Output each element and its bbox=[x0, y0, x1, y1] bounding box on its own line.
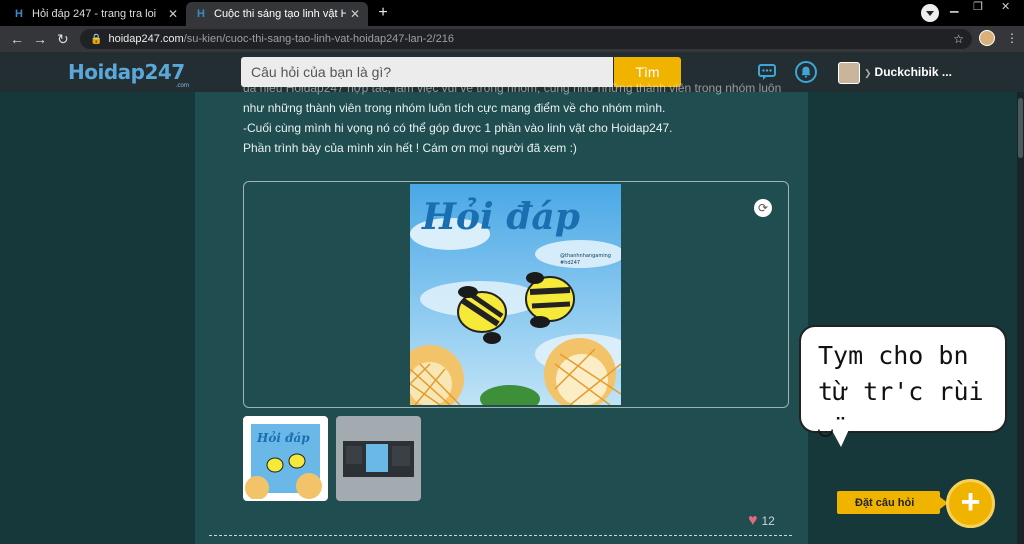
media-control-icon[interactable] bbox=[921, 4, 939, 22]
like-count: 12 bbox=[761, 514, 775, 528]
post-text-line: Phần trình bày của mình xin hết ! Cám ơn… bbox=[243, 141, 577, 155]
browser-menu-icon[interactable]: ⋮ bbox=[1006, 31, 1018, 45]
browser-tab-2[interactable]: H Cuộc thi sáng tạo linh vật Hoidap ✕ bbox=[186, 2, 368, 26]
user-avatar[interactable] bbox=[838, 62, 860, 84]
browser-tabbar: H Hỏi đáp 247 - trang tra loi ✕ H Cuộc t… bbox=[0, 0, 1024, 26]
restore-icon[interactable]: ❐ bbox=[973, 0, 983, 14]
rotate-image-icon[interactable]: ⟳ bbox=[754, 199, 772, 217]
right-gutter bbox=[808, 92, 1024, 544]
tab-title: Cuộc thi sáng tạo linh vật Hoidap bbox=[214, 8, 346, 20]
reload-icon[interactable]: ↻ bbox=[57, 31, 69, 48]
image-thumbnail-2[interactable] bbox=[336, 416, 421, 501]
address-bar-row: ← → ↻ 🔒 hoidap247.com/su-kien/cuoc-thi-s… bbox=[0, 26, 1024, 52]
add-question-plus-button[interactable]: + bbox=[946, 479, 995, 528]
close-window-icon[interactable]: ✕ bbox=[1001, 0, 1010, 14]
scrollbar-thumb[interactable] bbox=[1018, 98, 1023, 158]
forward-icon[interactable]: → bbox=[33, 31, 47, 47]
image-title: Hỏi đáp bbox=[421, 196, 580, 238]
left-gutter bbox=[0, 92, 195, 544]
thumbnail-title: Hỏi đáp bbox=[256, 430, 310, 445]
notification-bell-icon[interactable] bbox=[795, 61, 817, 83]
heart-icon[interactable]: ♥ bbox=[748, 512, 758, 530]
thumbnail-image bbox=[343, 441, 414, 477]
close-tab-icon[interactable]: ✕ bbox=[168, 7, 178, 21]
logo-domain: .com bbox=[176, 82, 189, 89]
speech-bubble-text: Tym cho bn từ tr'c rùi ◡̈ bbox=[818, 341, 984, 442]
hoidap-favicon: H bbox=[15, 8, 23, 20]
back-icon[interactable]: ← bbox=[10, 31, 24, 47]
close-tab-icon[interactable]: ✕ bbox=[350, 7, 360, 21]
page-scrollbar[interactable] bbox=[1017, 92, 1024, 544]
post-text-line: -Cuối cùng mình hi vọng nó có thể góp đư… bbox=[243, 121, 673, 135]
lock-icon: 🔒 bbox=[90, 33, 103, 45]
logo-text: Hoidap247 bbox=[68, 60, 185, 84]
user-menu[interactable]: ❯ Duckchibik ... bbox=[864, 65, 952, 79]
browser-profile-avatar[interactable] bbox=[979, 30, 995, 46]
new-tab-icon[interactable]: + bbox=[374, 4, 392, 22]
site-logo[interactable]: Hoidap247 .com bbox=[68, 60, 189, 89]
browser-tab-1[interactable]: H Hỏi đáp 247 - trang tra loi ✕ bbox=[4, 2, 186, 26]
mascot-illustration: Hỏi đáp @thanhnhangaming #hd247 bbox=[410, 184, 621, 405]
ask-question-button[interactable]: Đặt câu hỏi bbox=[837, 491, 948, 514]
hoidap-favicon: H bbox=[197, 8, 205, 20]
post-text-line: như những thành viên trong nhóm luôn tíc… bbox=[243, 101, 666, 115]
mascot-drawing[interactable]: Hỏi đáp @thanhnhangaming #hd247 bbox=[410, 184, 621, 405]
thumbnail-image: Hỏi đáp bbox=[245, 424, 322, 499]
chevron-down-icon: ❯ bbox=[864, 68, 872, 78]
minimize-icon[interactable]: ▁ bbox=[950, 0, 958, 14]
bookmark-star-icon[interactable]: ☆ bbox=[953, 32, 964, 46]
url-field[interactable]: 🔒 hoidap247.com/su-kien/cuoc-thi-sang-ta… bbox=[80, 29, 972, 49]
image-tag: #hd247 bbox=[560, 260, 580, 266]
image-credit: @thanhnhangaming bbox=[560, 253, 611, 259]
url-path: /su-kien/cuoc-thi-sang-tao-linh-vat-hoid… bbox=[183, 33, 454, 45]
username: Duckchibik ... bbox=[874, 65, 952, 79]
like-counter[interactable]: ♥ 12 bbox=[748, 512, 775, 530]
image-thumbnail-1[interactable]: Hỏi đáp bbox=[243, 416, 328, 501]
url-host: hoidap247.com bbox=[108, 33, 184, 45]
post-divider bbox=[209, 535, 792, 536]
tab-title: Hỏi đáp 247 - trang tra loi bbox=[32, 8, 157, 20]
post-text-partial: đã hiểu Hoidap247 hợp tác, làm việc vui … bbox=[243, 81, 782, 95]
